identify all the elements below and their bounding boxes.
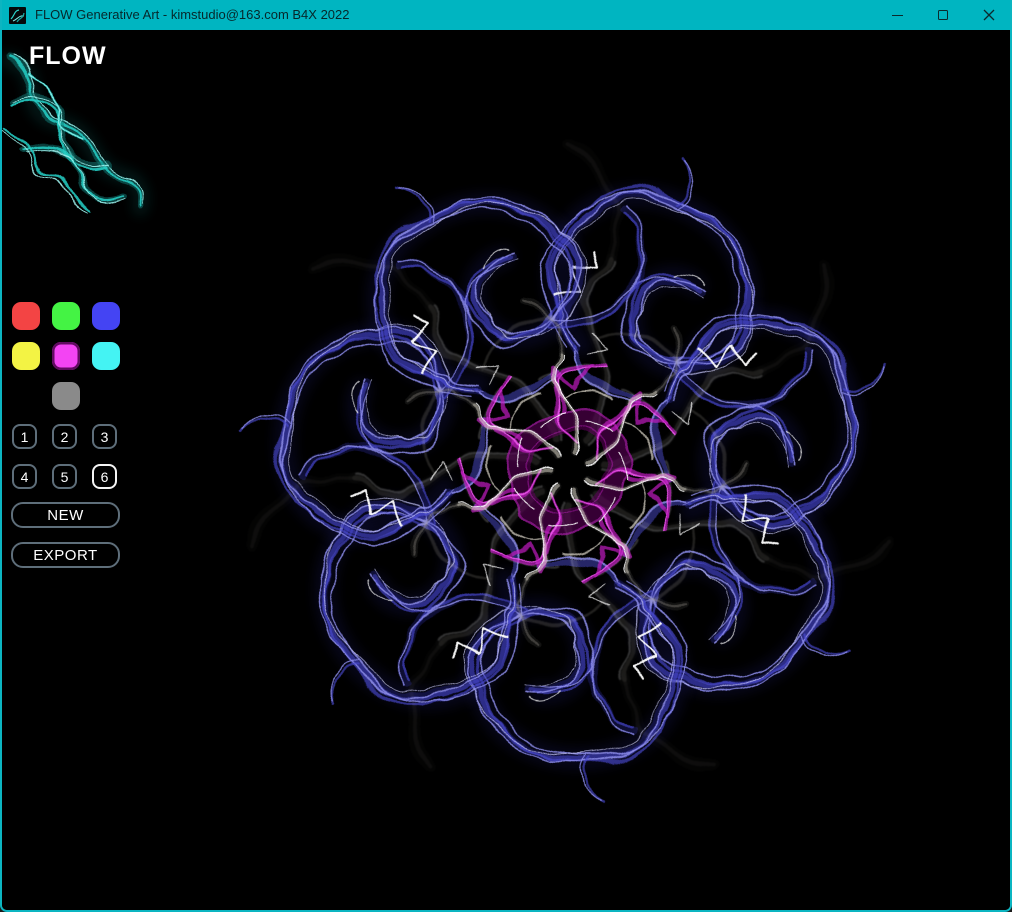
maximize-button[interactable] (920, 0, 966, 30)
color-swatch-red[interactable] (12, 302, 40, 330)
color-swatch-gray[interactable] (52, 382, 80, 410)
window-controls (874, 0, 1012, 30)
maximize-icon (938, 10, 948, 20)
variant-button-5[interactable]: 5 (52, 464, 77, 489)
variant-button-3[interactable]: 3 (92, 424, 117, 449)
minimize-button[interactable] (874, 0, 920, 30)
minimize-icon (892, 15, 903, 16)
color-swatch-cyan[interactable] (92, 342, 120, 370)
variant-button-4[interactable]: 4 (12, 464, 37, 489)
app-icon (9, 7, 26, 24)
variant-button-1[interactable]: 1 (12, 424, 37, 449)
logo-wisp-art (2, 58, 144, 214)
generative-art-canvas[interactable] (2, 30, 1010, 910)
variant-button-2[interactable]: 2 (52, 424, 77, 449)
app-window: FLOW Generative Art - kimstudio@163.com … (0, 0, 1012, 912)
titlebar: FLOW Generative Art - kimstudio@163.com … (0, 0, 1012, 30)
logo-text: FLOW (29, 42, 107, 71)
close-icon (983, 9, 995, 21)
bloom-artwork (207, 100, 930, 808)
variant-button-6[interactable]: 6 (92, 464, 117, 489)
color-swatch-yellow[interactable] (12, 342, 40, 370)
canvas-area: FLOW 1 2 3 4 5 6 NEW EXPORT (2, 30, 1010, 910)
window-title: FLOW Generative Art - kimstudio@163.com … (35, 0, 874, 30)
new-button[interactable]: NEW (11, 502, 120, 528)
color-swatch-blue[interactable] (92, 302, 120, 330)
export-button[interactable]: EXPORT (11, 542, 120, 568)
color-swatch-magenta[interactable] (52, 342, 80, 370)
color-swatch-green[interactable] (52, 302, 80, 330)
close-button[interactable] (966, 0, 1012, 30)
